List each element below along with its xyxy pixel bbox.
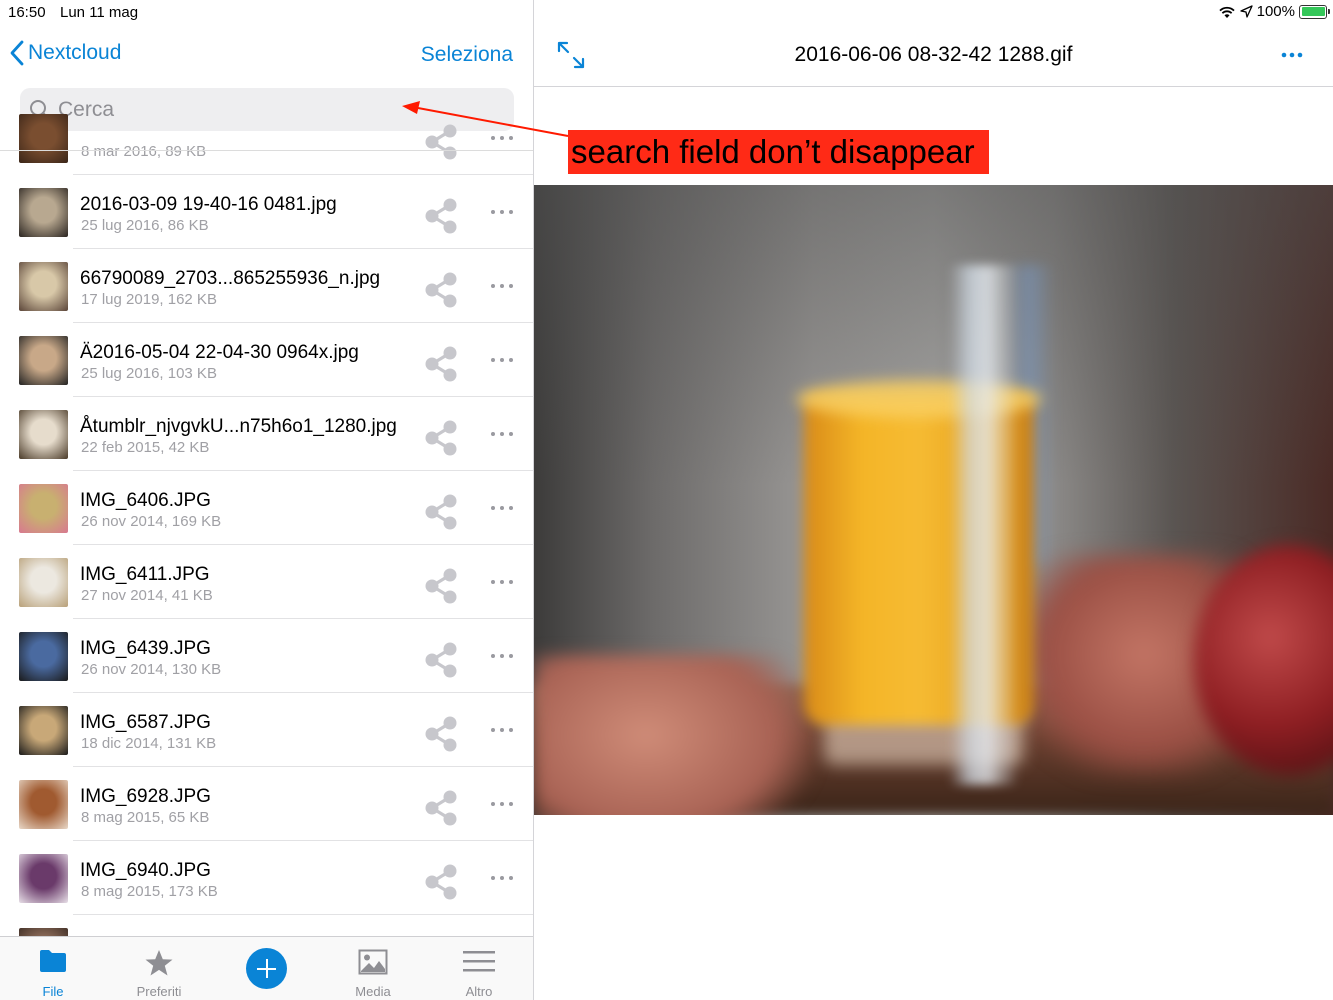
file-meta: 17 lug 2019, 162 KB: [81, 291, 217, 308]
more-options-icon[interactable]: [490, 727, 514, 733]
file-meta: 22 feb 2015, 42 KB: [81, 439, 210, 456]
more-options-icon[interactable]: [1281, 52, 1303, 58]
add-button[interactable]: [246, 948, 287, 989]
file-row[interactable]: 66790089_2703...865255936_n.jpg 17 lug 20…: [0, 249, 533, 323]
file-row[interactable]: IMG_6439.JPG 26 nov 2014, 130 KB: [0, 619, 533, 693]
tab-preferiti[interactable]: Preferiti: [106, 937, 212, 1000]
annotation-label: search field don’t disappear: [568, 130, 989, 174]
tab-altro[interactable]: Altro: [426, 937, 532, 1000]
viewer-header-divider: [534, 86, 1333, 87]
share-icon[interactable]: [423, 640, 459, 680]
file-list[interactable]: 8 mar 2016, 89 KB 2016-03-09 19-40-16 048…: [0, 100, 533, 936]
file-name: IMG_6406.JPG: [80, 490, 211, 511]
file-row[interactable]: Ä2016-05-04 22-04-30 0964x.jpg 25 lug 201…: [0, 323, 533, 397]
file-meta: 25 lug 2016, 103 KB: [81, 365, 217, 382]
file-name: Åtumblr_njvgvkU...n75h6o1_1280.jpg: [80, 416, 397, 437]
share-icon[interactable]: [423, 862, 459, 902]
image-preview[interactable]: [534, 185, 1333, 815]
file-meta: 27 nov 2014, 41 KB: [81, 587, 213, 604]
more-options-icon[interactable]: [490, 357, 514, 363]
folder-icon: [40, 950, 66, 972]
file-thumbnail: [19, 706, 68, 755]
share-icon[interactable]: [423, 196, 459, 236]
file-meta: 18 dic 2014, 131 KB: [81, 735, 217, 752]
file-name: IMG_6928.JPG: [80, 786, 211, 807]
list-top-divider: [0, 150, 533, 151]
more-options-icon[interactable]: [490, 505, 514, 511]
file-meta: 8 mar 2016, 89 KB: [81, 143, 207, 160]
more-options-icon[interactable]: [490, 209, 514, 215]
more-options-icon[interactable]: [490, 283, 514, 289]
viewer-title: 2016-06-06 08-32-42 1288.gif: [794, 43, 1073, 66]
more-options-icon[interactable]: [490, 801, 514, 807]
file-thumbnail: [19, 854, 68, 903]
share-icon[interactable]: [423, 788, 459, 828]
file-row[interactable]: IMG_6587.JPG 18 dic 2014, 131 KB: [0, 693, 533, 767]
share-icon[interactable]: [423, 270, 459, 310]
file-name: Ä2016-05-04 22-04-30 0964x.jpg: [80, 342, 359, 363]
file-browser-panel: Nextcloud Seleziona 8 mar 2016, 89 KB 201…: [0, 0, 533, 1000]
file-name: IMG_6940.JPG: [80, 860, 211, 881]
file-name: IMG_6587.JPG: [80, 712, 211, 733]
file-thumbnail: [19, 558, 68, 607]
star-icon: [145, 950, 173, 976]
share-icon[interactable]: [423, 566, 459, 606]
file-meta: 8 mag 2015, 65 KB: [81, 809, 210, 826]
file-name: IMG_6439.JPG: [80, 638, 211, 659]
file-row[interactable]: IMG_6940.JPG 8 mag 2015, 173 KB: [0, 841, 533, 915]
file-meta: 26 nov 2014, 169 KB: [81, 513, 222, 530]
file-thumbnail: [19, 928, 68, 936]
more-options-icon[interactable]: [490, 431, 514, 437]
tab-media-label: Media: [355, 984, 391, 999]
file-row[interactable]: [0, 915, 533, 936]
more-options-icon[interactable]: [490, 875, 514, 881]
select-button[interactable]: Seleziona: [421, 43, 513, 67]
file-name: 66790089_2703...865255936_n.jpg: [80, 268, 381, 289]
file-name: 2016-03-09 19-40-16 0481.jpg: [80, 194, 337, 215]
tab-preferiti-label: Preferiti: [136, 984, 182, 999]
back-button[interactable]: Nextcloud: [10, 40, 121, 66]
more-options-icon[interactable]: [490, 135, 514, 141]
file-thumbnail: [19, 632, 68, 681]
file-meta: 26 nov 2014, 130 KB: [81, 661, 222, 678]
more-options-icon[interactable]: [490, 579, 514, 585]
file-row[interactable]: Åtumblr_njvgvkU...n75h6o1_1280.jpg 22 feb…: [0, 397, 533, 471]
file-thumbnail: [19, 262, 68, 311]
file-meta: 8 mag 2015, 173 KB: [81, 883, 218, 900]
menu-icon: [463, 951, 495, 972]
file-row[interactable]: IMG_6411.JPG 27 nov 2014, 41 KB: [0, 545, 533, 619]
back-button-label: Nextcloud: [28, 41, 122, 64]
share-icon[interactable]: [423, 122, 459, 162]
image-icon: [358, 949, 388, 975]
file-thumbnail: [19, 114, 68, 163]
tab-file[interactable]: File: [0, 937, 106, 1000]
file-name: IMG_6411.JPG: [80, 564, 210, 585]
file-thumbnail: [19, 188, 68, 237]
file-thumbnail: [19, 484, 68, 533]
file-thumbnail: [19, 780, 68, 829]
chevron-left-icon: [10, 40, 24, 66]
file-row[interactable]: IMG_6928.JPG 8 mag 2015, 65 KB: [0, 767, 533, 841]
share-icon[interactable]: [423, 418, 459, 458]
file-meta: 25 lug 2016, 86 KB: [81, 217, 209, 234]
share-icon[interactable]: [423, 344, 459, 384]
tab-altro-label: Altro: [465, 984, 493, 999]
file-row[interactable]: 2016-03-09 19-40-16 0481.jpg 25 lug 2016,…: [0, 175, 533, 249]
file-thumbnail: [19, 336, 68, 385]
tab-media[interactable]: Media: [320, 937, 426, 1000]
file-row[interactable]: IMG_6406.JPG 26 nov 2014, 169 KB: [0, 471, 533, 545]
file-row[interactable]: 8 mar 2016, 89 KB: [0, 101, 533, 175]
share-icon[interactable]: [423, 714, 459, 754]
share-icon[interactable]: [423, 492, 459, 532]
more-options-icon[interactable]: [490, 653, 514, 659]
tab-file-label: File: [42, 984, 64, 999]
file-thumbnail: [19, 410, 68, 459]
